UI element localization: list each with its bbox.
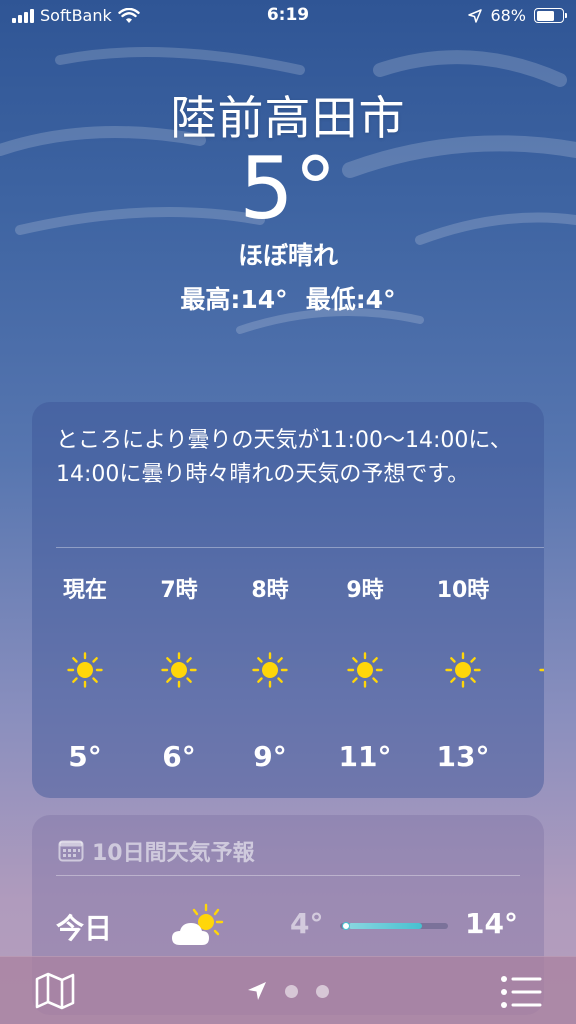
- hour-temperature: 1: [512, 740, 544, 773]
- day-high-temp: 14°: [465, 907, 518, 940]
- page-dot[interactable]: [316, 984, 329, 998]
- hour-label: 8時: [251, 578, 289, 603]
- calendar-icon: [58, 840, 84, 862]
- temperature-range-fill: [348, 923, 422, 929]
- sun-icon: [67, 652, 103, 688]
- battery-icon: [534, 8, 567, 23]
- daily-forecast-header: 10日間天気予報: [58, 835, 255, 867]
- sun-icon: [252, 652, 288, 688]
- hour-temperature: 11°: [338, 740, 392, 773]
- partly-cloudy-icon: [172, 903, 224, 945]
- status-right: 68%: [468, 6, 567, 25]
- day-name: 今日: [56, 912, 113, 945]
- hour-label: 1: [512, 572, 544, 597]
- sun-icon: [539, 668, 544, 672]
- page-dot[interactable]: [285, 984, 298, 998]
- high-low: 最高:14° 最低:4°: [0, 280, 576, 316]
- hour-label: 7時: [160, 578, 198, 603]
- location-header: 陸前高田市 5° ほぼ晴れ 最高:14° 最低:4°: [0, 82, 576, 316]
- current-condition: ほぼ晴れ: [237, 241, 338, 270]
- sun-icon: [445, 652, 481, 688]
- card-divider: [56, 547, 544, 548]
- battery-percent: 68%: [490, 6, 526, 25]
- hour-temperature: 6°: [162, 740, 196, 773]
- bottom-toolbar: [0, 956, 576, 1024]
- status-bar: SoftBank 6:19 68%: [0, 0, 576, 34]
- hour-label: 10時: [436, 578, 490, 603]
- low-temperature: 最低:4°: [305, 285, 396, 314]
- current-temperature: 5°: [239, 139, 337, 239]
- location-arrow-icon: [468, 8, 483, 23]
- hour-label: 9時: [346, 578, 384, 603]
- daily-forecast-title: 10日間天気予報: [92, 841, 255, 866]
- hour-label: 現在: [62, 578, 107, 603]
- hour-temperature: 13°: [436, 740, 490, 773]
- location-arrow-icon: [248, 982, 266, 1000]
- daily-divider: [56, 875, 520, 876]
- hour-temperature: 9°: [253, 740, 287, 773]
- forecast-summary: ところにより曇りの天気が11:00～14:00に、14:00に曇り時々晴れの天気…: [56, 428, 512, 487]
- sun-icon: [161, 652, 197, 688]
- page-indicator[interactable]: [0, 981, 576, 1001]
- list-icon[interactable]: [500, 975, 542, 1009]
- temperature-range-bar: [340, 922, 448, 930]
- day-low-temp: 4°: [290, 907, 324, 940]
- sun-icon: [347, 652, 383, 688]
- high-temperature: 最高:14°: [180, 285, 288, 314]
- current-temp-indicator: [342, 922, 350, 930]
- day-row-today[interactable]: 今日 4° 14°: [32, 903, 544, 953]
- hourly-scroll[interactable]: 現在 5° 7時 6° 8時 9° 9時 11° 10時 13° 1 1: [32, 572, 544, 782]
- hourly-forecast-card[interactable]: ところにより曇りの天気が11:00～14:00に、14:00に曇り時々晴れの天気…: [32, 402, 544, 798]
- hour-temperature: 5°: [68, 740, 102, 773]
